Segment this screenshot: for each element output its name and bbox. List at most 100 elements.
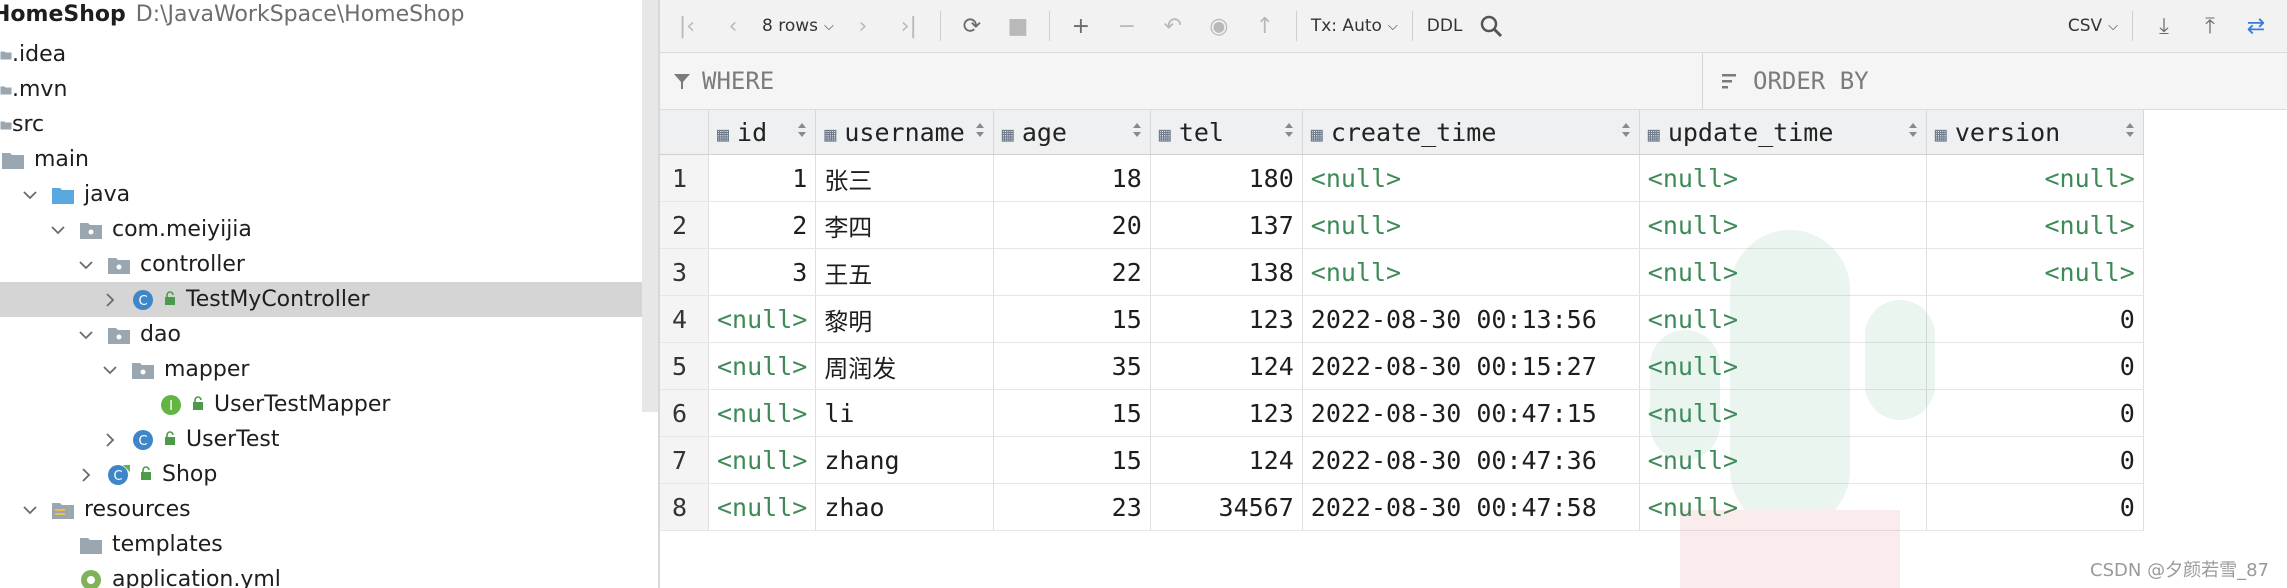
tree-item-main[interactable]: main [0,142,642,177]
cell-version[interactable]: 0 [1926,483,2144,531]
chevron-down-icon[interactable] [20,185,40,205]
row-number[interactable]: 7 [660,436,709,484]
add-row-icon[interactable]: + [1064,8,1098,44]
row-number[interactable]: 3 [660,248,709,296]
table-row[interactable]: 4 <null> 黎明 15 123 2022-08-30 00:13:56 <null> 0 [660,295,2144,343]
cell-id[interactable]: 2 [708,201,817,249]
sort-arrows-icon[interactable] [1132,122,1142,142]
table-row[interactable]: 6 <null> li 15 123 2022-08-30 00:47:15 <null> 0 [660,389,2144,437]
chevron-down-icon[interactable] [76,325,96,345]
tree-item-shop[interactable]: C Shop [0,457,642,492]
cell-version[interactable]: 0 [1926,389,2144,437]
cell-username[interactable]: 黎明 [815,295,994,343]
cell-update-time[interactable]: <null> [1639,248,1927,296]
cell-version[interactable]: 0 [1926,342,2144,390]
cell-id[interactable]: <null> [708,389,817,437]
column-header-id[interactable]: ▦ id [708,110,817,155]
tree-item--mvn[interactable]: .mvn [0,72,642,107]
cell-update-time[interactable]: <null> [1639,295,1927,343]
chevron-right-icon[interactable] [100,430,120,450]
cell-create-time[interactable]: <null> [1302,248,1640,296]
tx-mode-dropdown[interactable]: Tx: Auto ⌵ [1311,8,1398,44]
sort-arrows-icon[interactable] [1908,122,1918,142]
column-header-tel[interactable]: ▦ tel [1150,110,1303,155]
stop-icon[interactable]: ■ [1001,8,1035,44]
cell-version[interactable]: 0 [1926,436,2144,484]
chevron-down-icon[interactable] [48,220,68,240]
cell-id[interactable]: <null> [708,483,817,531]
cell-tel[interactable]: 137 [1150,201,1303,249]
cell-create-time[interactable]: 2022-08-30 00:13:56 [1302,295,1640,343]
prev-page-icon[interactable]: ‹ [716,8,750,44]
tree-item-usertestmapper[interactable]: I UserTestMapper [0,387,642,422]
sort-arrows-icon[interactable] [1621,122,1631,142]
cell-tel[interactable]: 123 [1150,389,1303,437]
upload-icon[interactable]: ⤒ [2193,8,2227,44]
cell-version[interactable]: <null> [1926,201,2144,249]
cell-version[interactable]: 0 [1926,295,2144,343]
order-by-filter[interactable]: ORDER BY [1702,53,1869,109]
revert-icon[interactable]: ↶ [1156,8,1190,44]
cell-update-time[interactable]: <null> [1639,342,1927,390]
chevron-right-icon[interactable] [76,465,96,485]
cell-username[interactable]: 王五 [815,248,994,296]
tree-item-controller[interactable]: controller [0,247,642,282]
cell-id[interactable]: <null> [708,436,817,484]
cell-update-time[interactable]: <null> [1639,389,1927,437]
cell-username[interactable]: 张三 [815,154,994,202]
where-filter[interactable]: WHERE [672,53,774,109]
tree-item-com-meiyijia[interactable]: com.meiyijia [0,212,642,247]
search-icon[interactable] [1474,8,1508,44]
cell-username[interactable]: 周润发 [815,342,994,390]
cell-update-time[interactable]: <null> [1639,483,1927,531]
cell-id[interactable]: 3 [708,248,817,296]
chevron-down-icon[interactable] [20,500,40,520]
cell-tel[interactable]: 124 [1150,436,1303,484]
cell-tel[interactable]: 180 [1150,154,1303,202]
refresh-icon[interactable]: ⟳ [955,8,989,44]
last-page-icon[interactable]: ›| [892,8,926,44]
cell-age[interactable]: 15 [993,295,1151,343]
cell-age[interactable]: 35 [993,342,1151,390]
sort-arrows-icon[interactable] [797,122,807,142]
cell-username[interactable]: zhang [815,436,994,484]
cell-id[interactable]: <null> [708,342,817,390]
rows-dropdown[interactable]: 8 rows ⌵ [762,8,834,44]
cell-username[interactable]: li [815,389,994,437]
tree-item-mapper[interactable]: mapper [0,352,642,387]
table-row[interactable]: 5 <null> 周润发 35 124 2022-08-30 00:15:27 <null>… [660,342,2144,390]
tree-scrollbar[interactable] [642,0,658,412]
cell-create-time[interactable]: 2022-08-30 00:47:58 [1302,483,1640,531]
row-number[interactable]: 1 [660,154,709,202]
delete-row-icon[interactable]: − [1110,8,1144,44]
first-page-icon[interactable]: |‹ [670,8,704,44]
cell-update-time[interactable]: <null> [1639,154,1927,202]
table-row[interactable]: 3 3 王五 22 138 <null> <null> <null> [660,248,2144,296]
column-header-update-time[interactable]: ▦ update_time [1639,110,1927,155]
cell-tel[interactable]: 34567 [1150,483,1303,531]
tree-item-dao[interactable]: dao [0,317,642,352]
cell-age[interactable]: 15 [993,436,1151,484]
table-row[interactable]: 8 <null> zhao 23 34567 2022-08-30 00:47:58 <nu… [660,483,2144,531]
chevron-down-icon[interactable] [76,255,96,275]
tree-item-java[interactable]: java [0,177,642,212]
cell-username[interactable]: zhao [815,483,994,531]
tree-item-resources[interactable]: resources [0,492,642,527]
cell-age[interactable]: 15 [993,389,1151,437]
tree-item-usertest[interactable]: C UserTest [0,422,642,457]
cell-age[interactable]: 23 [993,483,1151,531]
cell-id[interactable]: <null> [708,295,817,343]
tree-item-src[interactable]: src [0,107,642,142]
column-header-username[interactable]: ▦ username [815,110,994,155]
sort-arrows-icon[interactable] [2125,122,2135,142]
cell-create-time[interactable]: 2022-08-30 00:47:15 [1302,389,1640,437]
preview-changes-icon[interactable]: ◉ [1202,8,1236,44]
cell-version[interactable]: <null> [1926,248,2144,296]
table-row[interactable]: 2 2 李四 20 137 <null> <null> <null> [660,201,2144,249]
cell-create-time[interactable]: 2022-08-30 00:15:27 [1302,342,1640,390]
compare-icon[interactable]: ⇄ [2239,8,2273,44]
table-row[interactable]: 1 1 张三 18 180 <null> <null> <null> [660,154,2144,202]
column-header-age[interactable]: ▦ age [993,110,1151,155]
row-number[interactable]: 5 [660,342,709,390]
cell-update-time[interactable]: <null> [1639,436,1927,484]
